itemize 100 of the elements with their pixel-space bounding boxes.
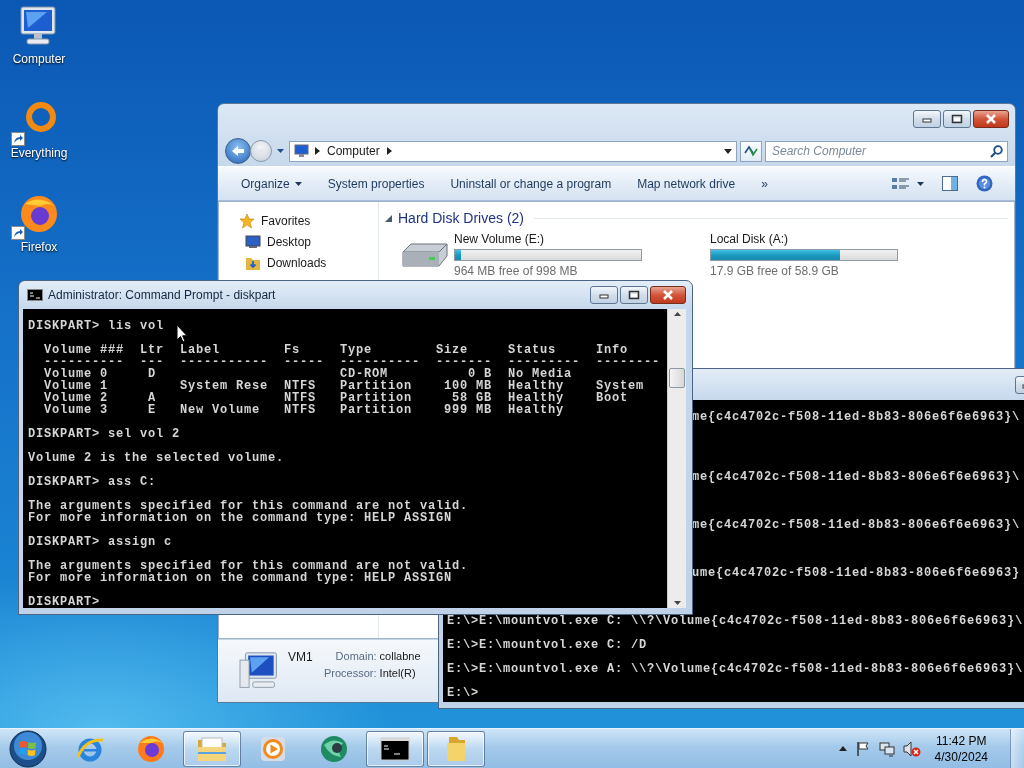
maximize-icon	[627, 289, 641, 301]
console-line: DISKPART> sel vol 2	[28, 428, 181, 440]
scroll-down-icon[interactable]	[673, 601, 681, 605]
console-line: Volume 1 System Rese NTFS Partition 100 MB Healthy System	[43, 380, 645, 392]
console-line: ume{c4c4702c-f508-11ed-8b83-806e6f6e6963}	[692, 567, 1021, 579]
desktop-shortcut[interactable]: Computer	[0, 6, 78, 66]
maximize-button[interactable]	[943, 110, 971, 128]
console-line: Volume ### Ltr Label Fs Type Size Status Info	[43, 344, 629, 356]
group-heading: Hard Disk Drives (2)	[398, 210, 524, 226]
flag-icon[interactable]	[854, 740, 871, 757]
desktop-shortcut[interactable]: Firefox	[0, 194, 78, 254]
maximize-icon	[950, 113, 964, 125]
scroll-up-icon[interactable]	[673, 312, 681, 316]
clock-time: 11:42 PM	[936, 732, 987, 749]
console-line: E:\>E:\mountvol.exe A: \\?\Volume{c4c4702c-f508-11ed-8b83-806e6f6e6963}\	[447, 663, 1024, 675]
drive-tile[interactable]: New Volume (E:) 964 MB free of 998 MB	[399, 232, 642, 280]
desktop-shortcut[interactable]: Everything	[0, 100, 78, 160]
detail-label: Processor:	[324, 667, 377, 679]
toolbar-button[interactable]: Organize	[228, 172, 315, 195]
computer-name: VM1	[288, 649, 314, 664]
console-line: For more information on the command type: HELP ASSIGN	[28, 512, 453, 524]
toolbar-button[interactable]: Uninstall or change a program	[437, 172, 625, 195]
console-line: me{c4c4702c-f508-11ed-8b83-806e6f6e6963}\	[692, 519, 1021, 531]
drive-name: New Volume (E:)	[454, 232, 546, 246]
start-orb-icon	[8, 728, 48, 768]
star-icon	[239, 212, 255, 229]
address-bar[interactable]: Computer	[289, 140, 737, 162]
console-line: Volume 3 E New Volume NTFS Partition 999 MB Healthy	[43, 404, 565, 416]
detail-value: Intel(R)	[379, 667, 417, 679]
console-line: E:\>E:\mountvol.exe C: \\?\Volume{c4c4702c-f508-11ed-8b83-806e6f6e6963}\	[447, 615, 1024, 627]
window-title: Administrator: Command Prompt - diskpart	[48, 288, 276, 302]
close-button[interactable]	[973, 110, 1009, 128]
drive-name: Local Disk (A:)	[710, 232, 790, 246]
clock-date: 4/30/2024	[934, 748, 988, 765]
free-space-text: 17.9 GB free of 58.9 GB	[710, 264, 840, 278]
browser-icon	[136, 733, 166, 764]
free-space-text: 964 MB free of 998 MB	[454, 264, 579, 278]
console-line: DISKPART> assign c	[28, 536, 173, 548]
drive-tile[interactable]: Local Disk (A:) 17.9 GB free of 58.9 GB	[655, 232, 898, 280]
caret-up-icon[interactable]	[838, 746, 847, 751]
clock[interactable]: 11:42 PM 4/30/2024	[928, 732, 994, 765]
minimize-button[interactable]	[590, 286, 618, 304]
preview-pane-button[interactable]	[940, 174, 960, 193]
search-field[interactable]: Search Computer	[765, 140, 1008, 162]
breadcrumb[interactable]: Computer	[325, 144, 382, 158]
console-line: Volume 2 is the selected volume.	[28, 452, 285, 464]
list-view-icon	[891, 175, 911, 192]
favorites-item[interactable]: Desktop	[219, 231, 378, 252]
collapse-triangle-icon[interactable]	[385, 214, 392, 222]
refresh-button[interactable]	[740, 140, 762, 162]
start-button[interactable]	[6, 728, 50, 768]
console-line: ---------- --- ----------- ----- ---------- ------- --------- --------	[43, 356, 661, 368]
scroll-thumb[interactable]	[669, 368, 685, 388]
close-icon	[984, 113, 998, 125]
toolbar-button[interactable]: Map network drive	[624, 172, 749, 195]
console-line: DISKPART>	[28, 596, 100, 608]
preview-pane-icon	[942, 176, 958, 191]
help-button[interactable]	[974, 173, 995, 194]
pointer-icon	[176, 324, 188, 343]
close-button[interactable]	[650, 286, 686, 304]
terminal-icon	[27, 289, 43, 301]
console-line: Volume 0 D CD-ROM 0 B No Media	[43, 368, 573, 380]
close-icon	[661, 289, 675, 301]
favorites-link[interactable]: Favorites	[219, 210, 378, 231]
back-button[interactable]	[225, 138, 251, 164]
show-desktop-button[interactable]	[1010, 728, 1024, 768]
desktop-icon	[245, 234, 261, 249]
help-icon	[976, 175, 993, 192]
console-line: The arguments specified for this command are not valid.	[28, 560, 469, 572]
minimize-button[interactable]	[913, 110, 941, 128]
chevron-right-icon	[315, 147, 320, 155]
speaker-muted-icon[interactable]	[902, 740, 921, 757]
toolbar-button[interactable]: System properties	[314, 172, 438, 195]
arrow-left-icon	[231, 145, 245, 157]
console-line: me{c4c4702c-f508-11ed-8b83-806e6f6e6963}\	[692, 411, 1021, 423]
dropdown-caret-icon	[917, 181, 924, 186]
console-line: E:\>E:\mountvol.exe C: /D	[447, 639, 648, 651]
terminal-icon	[380, 736, 410, 761]
toolbar-button[interactable]: »	[748, 172, 781, 195]
dropdown-caret-icon[interactable]	[724, 148, 732, 154]
computer-icon	[294, 144, 310, 158]
network-icon[interactable]	[878, 740, 895, 757]
console-line: For more information on the command type: HELP ASSIGN	[28, 572, 453, 584]
dropdown-caret-icon[interactable]	[277, 149, 284, 153]
chevron-right-icon	[386, 147, 392, 155]
favorites-item[interactable]: Downloads	[219, 252, 378, 273]
maximize-button[interactable]	[620, 286, 648, 304]
search-icon	[990, 144, 1003, 158]
detail-value: collabne	[379, 650, 421, 662]
console-line: me{c4c4702c-f508-11ed-8b83-806e6f6e6963}\	[692, 471, 1021, 483]
console-line: DISKPART> lis vol	[28, 320, 165, 332]
refresh-icon	[744, 145, 758, 157]
console-line: Volume 2 A NTFS Partition 58 GB Healthy Boot	[43, 392, 629, 404]
globe-icon	[318, 733, 350, 764]
detail-label: Domain:	[334, 650, 377, 662]
console-line: The arguments specified for this command are not valid.	[28, 500, 469, 512]
console-line: E:\>	[447, 687, 479, 699]
console-line: DISKPART> ass C:	[28, 476, 157, 488]
taskbar-button[interactable]	[366, 730, 424, 767]
scrollbar[interactable]	[667, 309, 686, 608]
